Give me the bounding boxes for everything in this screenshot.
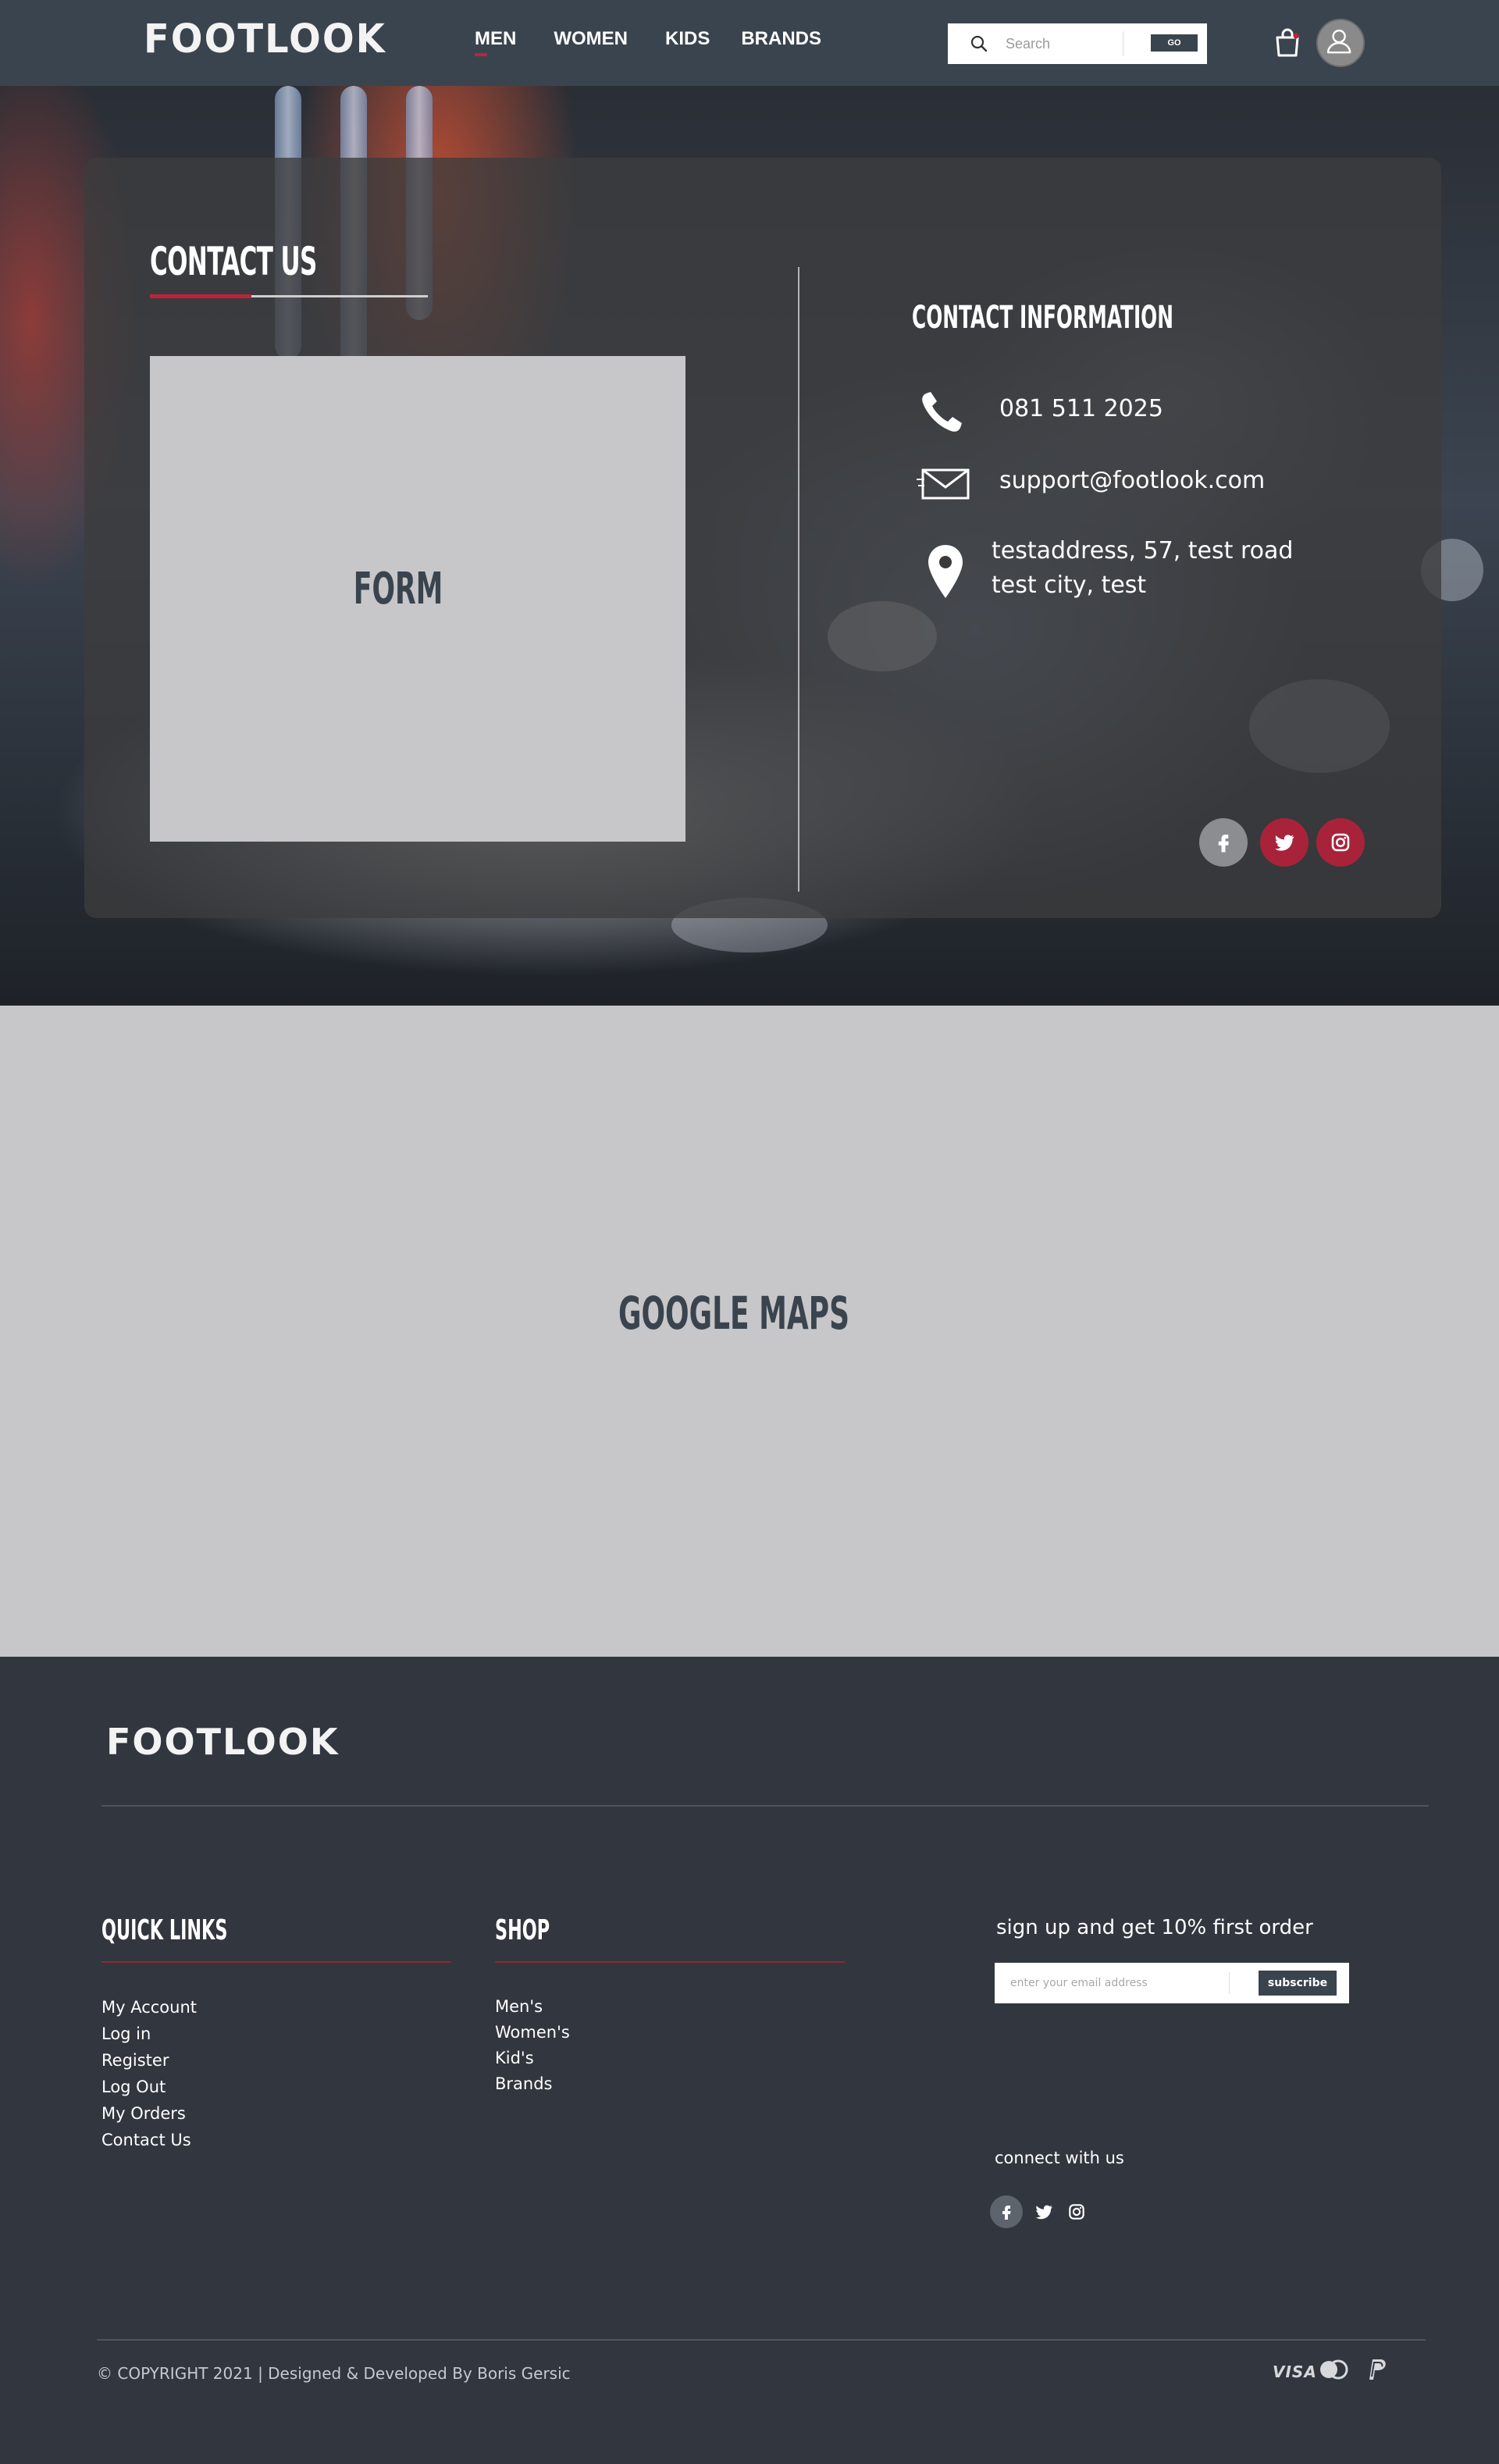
user-avatar[interactable]	[1316, 19, 1365, 67]
search-input[interactable]	[1006, 31, 1130, 56]
nav-item-men[interactable]: MEN	[475, 28, 516, 56]
contact-email[interactable]: support@footlook.com	[999, 464, 1265, 498]
google-maps-placeholder[interactable]: GOOGLE MAPS	[0, 1006, 1499, 1657]
quick-links-title: QUICK LINKS	[101, 1914, 228, 1946]
newsletter-form: subscribe	[995, 1963, 1349, 2003]
footer-link-log-in[interactable]: Log in	[101, 2021, 197, 2047]
mastercard-icon	[1320, 2359, 1348, 2380]
phone-icon	[922, 392, 962, 432]
footer-link-my-orders[interactable]: My Orders	[101, 2100, 197, 2127]
card-divider	[798, 267, 799, 892]
contact-phone[interactable]: 081 511 2025	[999, 392, 1163, 426]
visa-icon: VISA	[1273, 2363, 1317, 2381]
twitter-icon	[1275, 835, 1294, 851]
newsletter-divider	[1229, 1972, 1230, 1994]
subscribe-button[interactable]: subscribe	[1259, 1971, 1337, 1996]
search-icon	[970, 35, 988, 52]
shop-title: SHOP	[495, 1914, 550, 1946]
site-header: FOOTLOOK MEN WOMEN KIDS BRANDS GO	[0, 0, 1499, 86]
footer-link-womens[interactable]: Women's	[495, 2020, 570, 2046]
facebook-icon	[1218, 835, 1229, 853]
footer-link-my-account[interactable]: My Account	[101, 1994, 197, 2021]
shopping-bag-icon[interactable]	[1274, 27, 1301, 58]
nav-item-brands[interactable]: BRANDS	[741, 28, 821, 50]
map-placeholder-label: GOOGLE MAPS	[618, 1287, 850, 1340]
search-bar: GO	[948, 23, 1207, 64]
shop-links-list: Men's Women's Kid's Brands	[495, 1994, 570, 2097]
footer-link-register[interactable]: Register	[101, 2047, 197, 2074]
nav-item-kids[interactable]: KIDS	[665, 28, 710, 50]
email-icon	[917, 468, 970, 500]
quick-links-list: My Account Log in Register Log Out My Or…	[101, 1994, 197, 2153]
copyright-text: © COPYRIGHT 2021 | Designed & Developed …	[97, 2364, 571, 2383]
contact-card: CONTACT US FORM CONTACT INFORMATION 081 …	[84, 158, 1441, 918]
contact-hero: CONTACT US FORM CONTACT INFORMATION 081 …	[0, 86, 1499, 1006]
site-footer: FOOTLOOK QUICK LINKS My Account Log in R…	[0, 1657, 1499, 2464]
footer-link-kids[interactable]: Kid's	[495, 2046, 570, 2071]
contact-info-title: CONTACT INFORMATION	[912, 300, 1174, 336]
facebook-button[interactable]	[1199, 818, 1248, 867]
instagram-button[interactable]	[1316, 818, 1365, 867]
twitter-button[interactable]	[1260, 818, 1309, 867]
contact-address-line1: testaddress, 57, test road	[992, 537, 1294, 564]
instagram-icon	[1069, 2204, 1084, 2220]
paypal-icon	[1369, 2359, 1386, 2380]
contact-address-line2: test city, test	[992, 571, 1147, 599]
newsletter-email-input[interactable]	[1010, 1972, 1213, 1994]
connect-label: connect with us	[995, 2149, 1124, 2167]
footer-twitter-button[interactable]	[1027, 2195, 1060, 2228]
twitter-icon	[1035, 2205, 1052, 2220]
footer-divider-bottom	[97, 2339, 1426, 2341]
signup-title: sign up and get 10% first order	[996, 1916, 1313, 1939]
footer-link-log-out[interactable]: Log Out	[101, 2074, 197, 2100]
form-placeholder-label: FORM	[353, 564, 443, 614]
footer-facebook-button[interactable]	[990, 2195, 1023, 2228]
footer-link-mens[interactable]: Men's	[495, 1994, 570, 2020]
site-logo[interactable]: FOOTLOOK	[144, 16, 386, 62]
shop-underline	[495, 1961, 845, 1963]
instagram-icon	[1331, 833, 1350, 852]
footer-divider-top	[101, 1805, 1429, 1807]
contact-form-placeholder[interactable]: FORM	[150, 356, 685, 842]
search-go-button[interactable]: GO	[1151, 34, 1198, 52]
footer-link-brands[interactable]: Brands	[495, 2071, 570, 2097]
footer-link-contact-us[interactable]: Contact Us	[101, 2127, 197, 2153]
footer-logo[interactable]: FOOTLOOK	[106, 1721, 340, 1763]
footer-instagram-button[interactable]	[1060, 2195, 1093, 2228]
title-underline-accent	[150, 294, 251, 298]
location-pin-icon	[928, 545, 963, 598]
user-icon	[1326, 29, 1351, 54]
nav-item-women[interactable]: WOMEN	[554, 28, 628, 50]
facebook-icon	[1002, 2206, 1011, 2220]
quick-links-underline	[101, 1961, 451, 1963]
main-nav: MEN WOMEN KIDS BRANDS	[475, 28, 821, 56]
contact-title: CONTACT US	[150, 239, 317, 284]
